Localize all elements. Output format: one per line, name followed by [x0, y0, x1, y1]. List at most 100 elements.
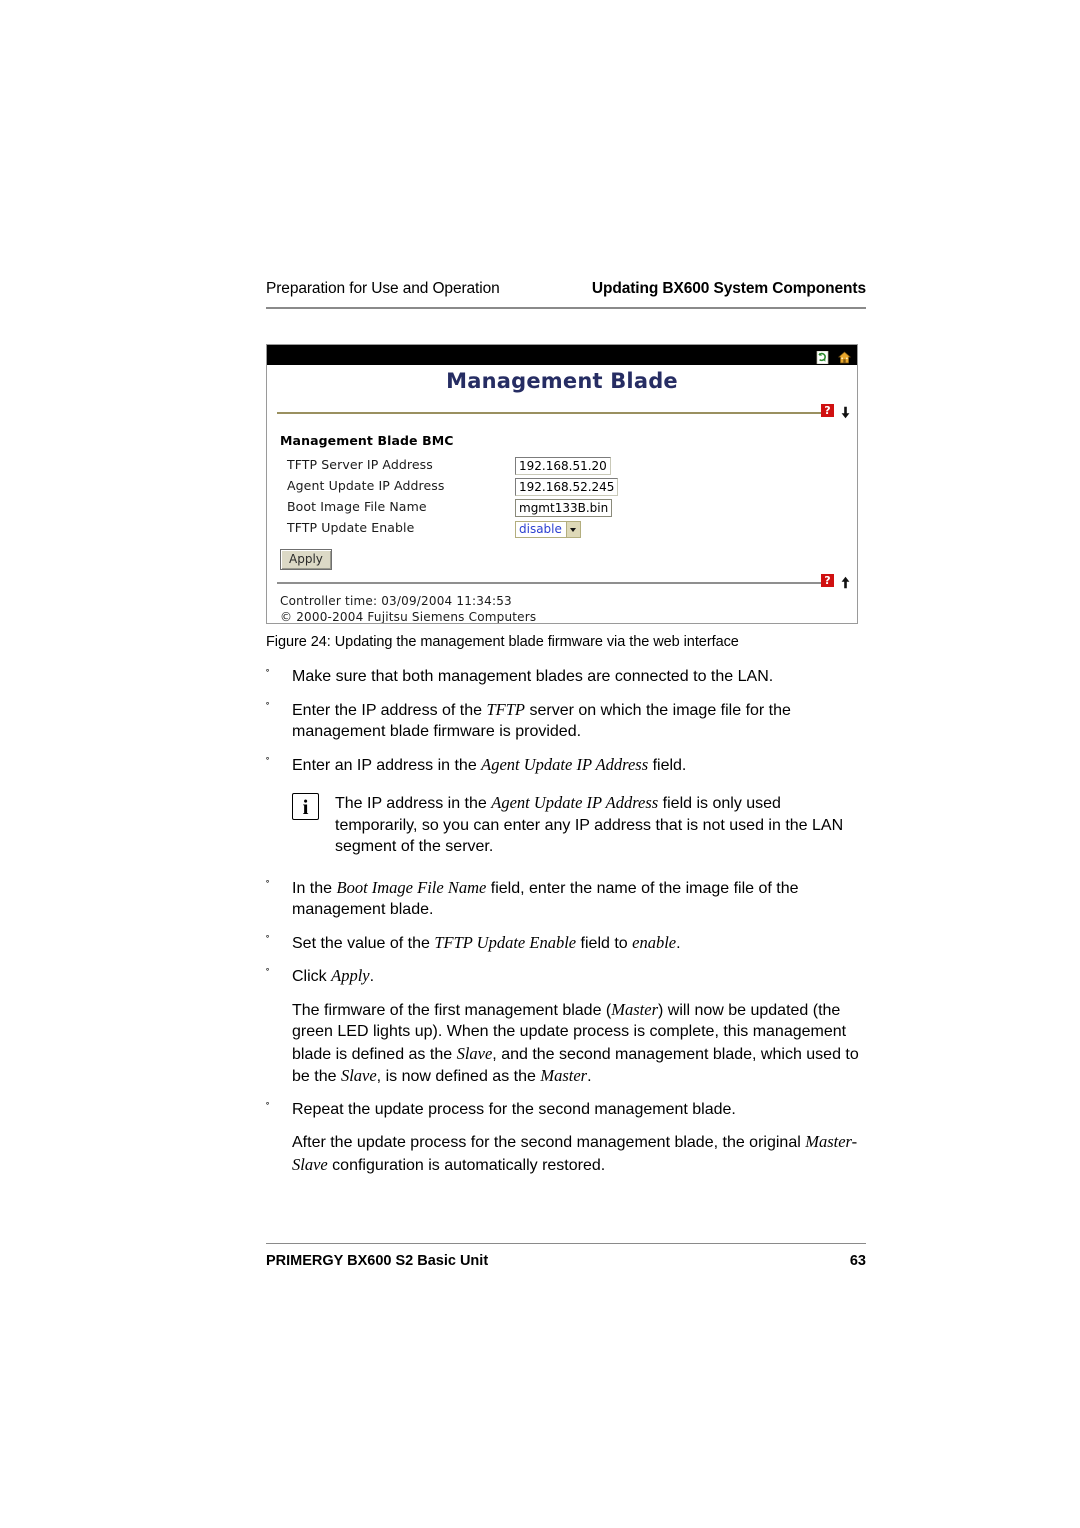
document-page: Preparation for Use and Operation Updati… [266, 0, 866, 1528]
agent-update-ip-input[interactable]: 192.168.52.245 [515, 478, 619, 496]
form-row-boot-image-file-name: Boot Image File Name mgmt133B.bin [287, 497, 847, 518]
paragraph-restore-config: After the update process for the second … [266, 1131, 866, 1176]
text-run: Set the value of the [292, 934, 435, 952]
screenshot-titlebar [267, 345, 857, 365]
text-run: The firmware of the first management bla… [292, 1001, 612, 1019]
text-run: Enter an IP address in the [292, 756, 482, 774]
screenshot-rule-bottom [277, 582, 832, 584]
text-run: field to [576, 934, 633, 952]
list-item-text: Enter the IP address of the TFTP server … [292, 699, 791, 741]
bmc-form: TFTP Server IP Address 192.168.51.20 Age… [287, 455, 847, 539]
bullet-marker: ˚ [266, 879, 270, 892]
tftp-update-enable-select[interactable]: disable [515, 521, 581, 538]
screenshot-footer: Controller time: 03/09/2004 11:34:53 © 2… [280, 593, 537, 624]
bullet-marker: ˚ [266, 669, 270, 681]
footer-divider [266, 1243, 866, 1244]
page-footer: PRIMERGY BX600 S2 Basic Unit 63 [266, 1253, 866, 1269]
bullet-marker: ˚ [266, 1101, 270, 1114]
bullet-marker: ˚ [266, 968, 270, 980]
list-item: ˚ Repeat the update process for the seco… [266, 1099, 866, 1121]
list-item-text: In the Boot Image File Name field, enter… [292, 877, 799, 919]
label-tftp-server-ip: TFTP Server IP Address [287, 457, 433, 472]
text-run: After the update process for the second … [292, 1134, 806, 1151]
text-run: . [587, 1068, 592, 1085]
list-item: ˚ Enter the IP address of the TFTP serve… [266, 699, 866, 743]
emphasis-term: Slave [340, 1066, 377, 1085]
list-item-text: Click Apply. [292, 966, 375, 985]
tftp-server-ip-input[interactable]: 192.168.51.20 [515, 457, 611, 475]
arrow-down-icon[interactable] [840, 404, 851, 419]
help-icon[interactable]: ? [821, 404, 834, 417]
footer-doc-title: PRIMERGY BX600 S2 Basic Unit [266, 1253, 489, 1269]
form-row-agent-update-ip: Agent Update IP Address 192.168.52.245 [287, 476, 847, 497]
list-item: ˚ Make sure that both management blades … [266, 666, 866, 688]
header-divider [266, 307, 866, 309]
apply-button[interactable]: Apply [280, 549, 332, 570]
home-icon[interactable] [838, 349, 851, 363]
screenshot-top-icon-group: ? [821, 404, 851, 419]
list-item-text: Enter an IP address in the Agent Update … [292, 754, 687, 774]
chevron-down-icon[interactable] [565, 522, 580, 537]
list-item-text: Set the value of the TFTP Update Enable … [292, 932, 681, 952]
emphasis-term: enable [632, 932, 677, 952]
list-item-text: Repeat the update process for the second… [292, 1100, 736, 1118]
screenshot-section-title: Management Blade BMC [280, 433, 454, 448]
screenshot-page-title: Management Blade [446, 369, 678, 393]
controller-time: Controller time: 03/09/2004 11:34:53 [280, 594, 512, 608]
text-run: In the [292, 879, 337, 897]
list-item: ˚ Set the value of the TFTP Update Enabl… [266, 932, 866, 955]
form-row-tftp-server-ip: TFTP Server IP Address 192.168.51.20 [287, 455, 847, 476]
paragraph-update-process: The firmware of the first management bla… [266, 999, 866, 1088]
text-run: The IP address in the [335, 795, 492, 812]
boot-image-file-name-input[interactable]: mgmt133B.bin [515, 499, 613, 517]
tftp-update-enable-value: disable [519, 522, 562, 536]
label-agent-update-ip: Agent Update IP Address [287, 478, 445, 493]
text-run: Click [292, 968, 332, 985]
bullet-marker: ˚ [266, 701, 270, 714]
emphasis-term: Master [611, 999, 658, 1019]
bullet-marker: ˚ [266, 756, 270, 769]
arrow-up-icon[interactable] [840, 574, 851, 589]
emphasis-term: Master [540, 1066, 588, 1085]
emphasis-term: TFTP [486, 699, 526, 719]
copyright-line: © 2000-2004 Fujitsu Siemens Computers [280, 610, 537, 624]
running-header: Preparation for Use and Operation Updati… [266, 280, 866, 298]
emphasis-term: Agent Update IP Address [491, 793, 659, 812]
text-run: Enter the IP address of the [292, 701, 487, 719]
text-run: , is now defined as the [376, 1068, 541, 1085]
field-boot-image-file-name: mgmt133B.bin [515, 497, 613, 517]
emphasis-term: Boot Image File Name [336, 877, 487, 897]
list-item: ˚ Click Apply. [266, 965, 866, 988]
help-icon[interactable]: ? [821, 574, 834, 587]
list-item: ˚ Enter an IP address in the Agent Updat… [266, 754, 866, 777]
management-blade-screenshot: Management Blade ? Management Blade BMC … [266, 344, 858, 624]
form-row-tftp-update-enable: TFTP Update Enable disable [287, 518, 847, 539]
info-icon: i [292, 793, 319, 820]
text-run: configuration is automatically restored. [327, 1156, 606, 1174]
label-tftp-update-enable: TFTP Update Enable [287, 520, 415, 535]
emphasis-term: TFTP Update Enable [434, 932, 577, 952]
info-note: i The IP address in the Agent Update IP … [266, 792, 866, 858]
text-run: . [369, 968, 375, 985]
info-note-text: The IP address in the Agent Update IP Ad… [335, 792, 866, 858]
field-tftp-update-enable: disable [515, 518, 581, 538]
emphasis-term: Agent Update IP Address [481, 754, 649, 774]
bullet-marker: ˚ [266, 934, 270, 947]
emphasis-term: Apply [331, 966, 370, 985]
field-tftp-server-ip: 192.168.51.20 [515, 455, 611, 475]
list-item-text: Make sure that both management blades ar… [292, 668, 774, 685]
header-chapter-title: Preparation for Use and Operation [266, 280, 500, 297]
screenshot-rule-top [277, 412, 832, 414]
label-boot-image-file-name: Boot Image File Name [287, 499, 427, 514]
figure-caption: Figure 24: Updating the management blade… [266, 634, 739, 650]
body-content: ˚ Make sure that both management blades … [266, 666, 866, 1187]
page-number: 63 [849, 1253, 866, 1269]
emphasis-term: Slave [456, 1043, 493, 1063]
text-run: . [676, 934, 681, 952]
field-agent-update-ip: 192.168.52.245 [515, 476, 619, 496]
text-run: field. [648, 756, 687, 774]
refresh-icon[interactable] [816, 349, 829, 364]
screenshot-bottom-icon-group: ? [821, 574, 851, 589]
header-section-title: Updating BX600 System Components [591, 280, 866, 297]
list-item: ˚ In the Boot Image File Name field, ent… [266, 877, 866, 921]
